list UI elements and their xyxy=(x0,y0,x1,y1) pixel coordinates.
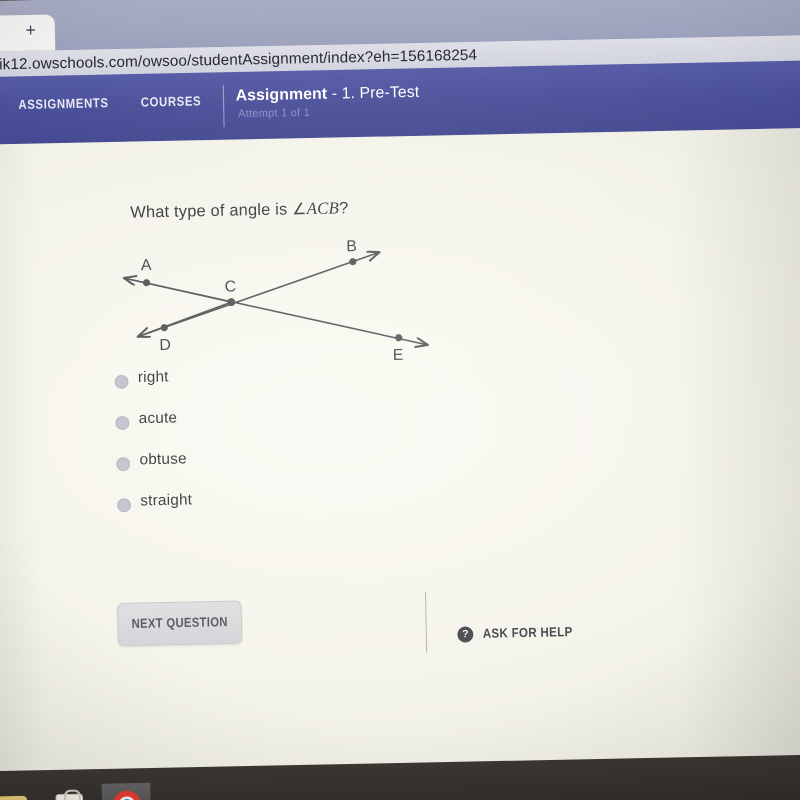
point-label-c: C xyxy=(225,278,237,295)
help-divider xyxy=(424,591,428,653)
geometry-figure: A B C D E xyxy=(112,228,452,372)
nav-item-assignments[interactable]: ASSIGNMENTS xyxy=(18,96,108,113)
point-label-b: B xyxy=(346,238,357,255)
question-text: What type of angle is ∠ACB? xyxy=(130,198,348,222)
next-question-button[interactable]: NEXT QUESTION xyxy=(117,600,243,647)
line-dcb-arrow-left xyxy=(138,301,232,336)
page-shadow-right xyxy=(668,126,800,800)
option-label: acute xyxy=(138,409,178,428)
folder-icon xyxy=(0,795,28,800)
question-suffix: ? xyxy=(338,199,349,218)
nav-divider xyxy=(222,84,225,128)
ask-for-help-button[interactable]: ASK FOR HELP xyxy=(483,624,573,641)
answer-options: right acute obtuse straight xyxy=(114,366,192,531)
next-question-label: NEXT QUESTION xyxy=(131,614,228,632)
radio-icon[interactable] xyxy=(117,498,132,513)
option-acute[interactable]: acute xyxy=(115,407,177,448)
point-label-e: E xyxy=(393,347,404,364)
point-label-d: D xyxy=(159,337,171,354)
line-ace xyxy=(127,278,426,351)
taskbar-item-file-explorer[interactable] xyxy=(0,785,37,800)
radio-icon[interactable] xyxy=(114,374,129,389)
option-label: right xyxy=(137,368,169,387)
assignment-title-rest: - 1. Pre-Test xyxy=(327,83,420,103)
point-b-dot xyxy=(349,258,357,266)
radio-icon[interactable] xyxy=(116,457,131,472)
nav-item-courses[interactable]: COURSES xyxy=(141,94,202,110)
point-e-dot xyxy=(395,334,403,342)
attempt-status: Attempt 1 of 1 xyxy=(237,106,311,121)
taskbar-item-microsoft-store[interactable] xyxy=(45,784,94,800)
question-mark-icon[interactable]: ? xyxy=(457,626,474,643)
point-label-a: A xyxy=(141,257,152,274)
chrome-icon xyxy=(112,790,142,800)
photographed-screen: are ✕ + i davincik12.owschools.com/owsoo… xyxy=(0,0,800,800)
assignment-page: What type of angle is ∠ACB? A B C D E ri… xyxy=(0,126,800,800)
screenshot-root: are ✕ + i davincik12.owschools.com/owsoo… xyxy=(0,0,800,800)
taskbar-item-google-chrome[interactable] xyxy=(101,782,152,800)
angle-symbol-icon: ∠ xyxy=(292,200,307,219)
store-bag-icon xyxy=(55,793,84,800)
geometry-svg: A B C D E xyxy=(112,238,452,364)
assignment-title-label: Assignment xyxy=(235,84,328,105)
option-straight[interactable]: straight xyxy=(117,489,192,530)
radio-icon[interactable] xyxy=(115,415,130,430)
option-obtuse[interactable]: obtuse xyxy=(116,448,187,489)
option-label: straight xyxy=(140,491,193,510)
line-ace-arrow-left xyxy=(125,276,232,303)
question-prefix: What type of angle is xyxy=(130,200,293,222)
point-a-dot xyxy=(142,279,151,287)
angle-name: ACB xyxy=(306,199,340,219)
plus-icon[interactable]: + xyxy=(21,20,40,40)
page-shadow-left xyxy=(0,143,52,800)
option-label: obtuse xyxy=(139,450,187,469)
assignment-title: Assignment - 1. Pre-Test xyxy=(235,83,419,105)
